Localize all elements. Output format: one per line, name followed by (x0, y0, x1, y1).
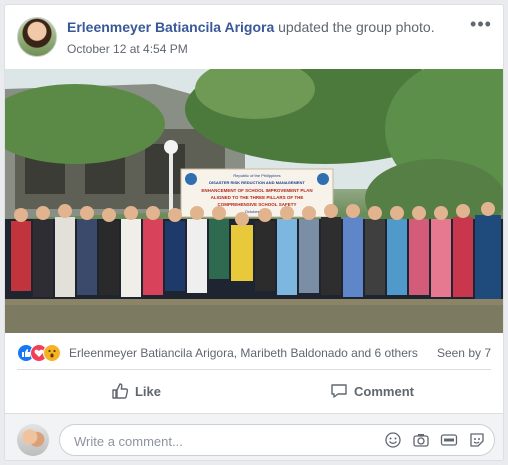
group-photo[interactable]: Republic of the Philippines DISASTER RIS… (5, 69, 503, 333)
sticker-icon[interactable] (468, 431, 486, 449)
comment-label: Comment (354, 383, 414, 399)
more-options-icon[interactable]: ••• (469, 15, 493, 37)
comment-button[interactable]: Comment (253, 371, 491, 411)
reactions-bar: Erleenmeyer Batiancila Arigora, Maribeth… (17, 341, 493, 365)
reaction-icons[interactable] (17, 344, 65, 362)
post-timestamp[interactable]: October 12 at 4:54 PM (67, 42, 188, 56)
composer-icons (384, 431, 486, 449)
banner-line-3: ENHANCEMENT OF SCHOOL IMPROVEMENT PLAN (201, 188, 312, 193)
post-title-line: Erleenmeyer Batiancila Arigora updated t… (67, 19, 435, 35)
thumbs-up-icon (112, 383, 129, 399)
banner-line-2: DISASTER RISK REDUCTION AND MANAGEMENT (209, 180, 305, 185)
author-avatar[interactable] (17, 17, 57, 57)
group-photo-post: Erleenmeyer Batiancila Arigora updated t… (4, 4, 504, 461)
post-action-text: updated the group photo. (274, 19, 435, 35)
author-name-link[interactable]: Erleenmeyer Batiancila Arigora (67, 19, 274, 35)
banner-line-5: COMPREHENSIVE SCHOOL SAFETY (218, 202, 297, 207)
post-actions: Like Comment (17, 371, 491, 411)
comment-icon (331, 384, 347, 398)
reactors-list[interactable]: Erleenmeyer Batiancila Arigora, Maribeth… (69, 346, 418, 360)
comment-box[interactable] (59, 424, 495, 457)
emoji-icon[interactable] (384, 431, 402, 449)
seen-count[interactable]: Seen by 7 (437, 346, 491, 360)
post-header: Erleenmeyer Batiancila Arigora updated t… (17, 15, 493, 61)
group-photo-image: Republic of the Philippines DISASTER RIS… (5, 69, 503, 333)
comment-input[interactable] (72, 425, 376, 457)
banner-line-4: ALIGNED TO THE THREE PILLARS OF THE (211, 195, 304, 200)
comment-composer (5, 413, 503, 460)
banner-line-1: Republic of the Philippines (233, 173, 280, 178)
camera-icon[interactable] (412, 431, 430, 449)
wow-reaction-icon (43, 344, 61, 362)
divider (17, 369, 491, 370)
gif-icon[interactable] (440, 431, 458, 449)
current-user-avatar[interactable] (17, 424, 49, 456)
like-label: Like (134, 383, 161, 399)
like-button[interactable]: Like (17, 371, 255, 411)
